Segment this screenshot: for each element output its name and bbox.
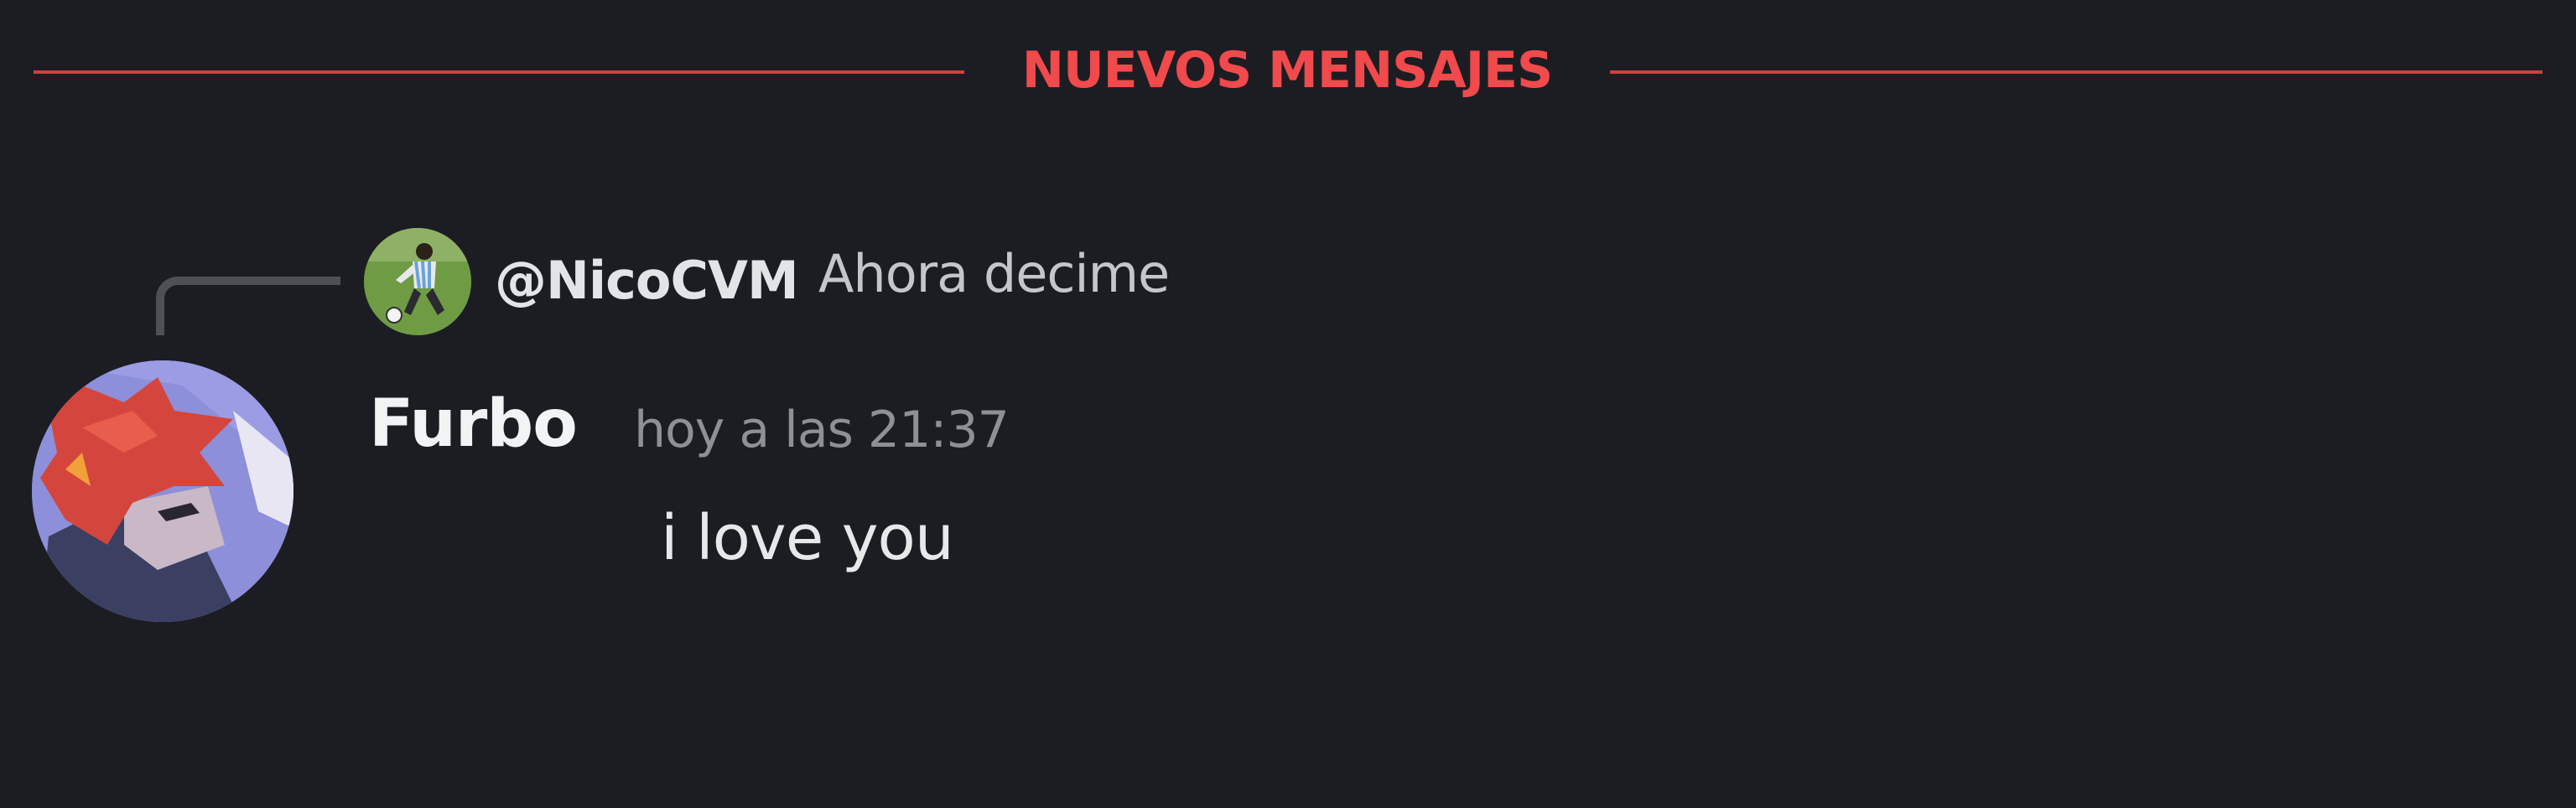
reply-avatar[interactable] — [364, 228, 471, 335]
message-content: i love you — [661, 502, 954, 574]
message-author-name[interactable]: Furbo — [369, 382, 578, 466]
reply-message-preview[interactable]: Ahora decime — [818, 236, 1170, 312]
author-avatar[interactable] — [32, 360, 293, 622]
red-haired-character-avatar-icon — [32, 360, 293, 622]
message-timestamp[interactable]: hoy a las 21:37 — [634, 392, 1010, 468]
divider-line-right — [1610, 70, 2542, 74]
new-messages-label: NUEVOS MENSAJES — [1021, 41, 1554, 100]
new-messages-divider: NUEVOS MENSAJES — [34, 37, 2542, 104]
soccer-player-avatar-icon — [364, 228, 471, 335]
reply-connector — [156, 277, 340, 335]
reply-author-name[interactable]: @NicoCVM — [495, 243, 799, 319]
chat-view: NUEVOS MENSAJES @NicoCVM Ahora decime Fu… — [0, 0, 2576, 808]
divider-line-left — [34, 70, 964, 74]
